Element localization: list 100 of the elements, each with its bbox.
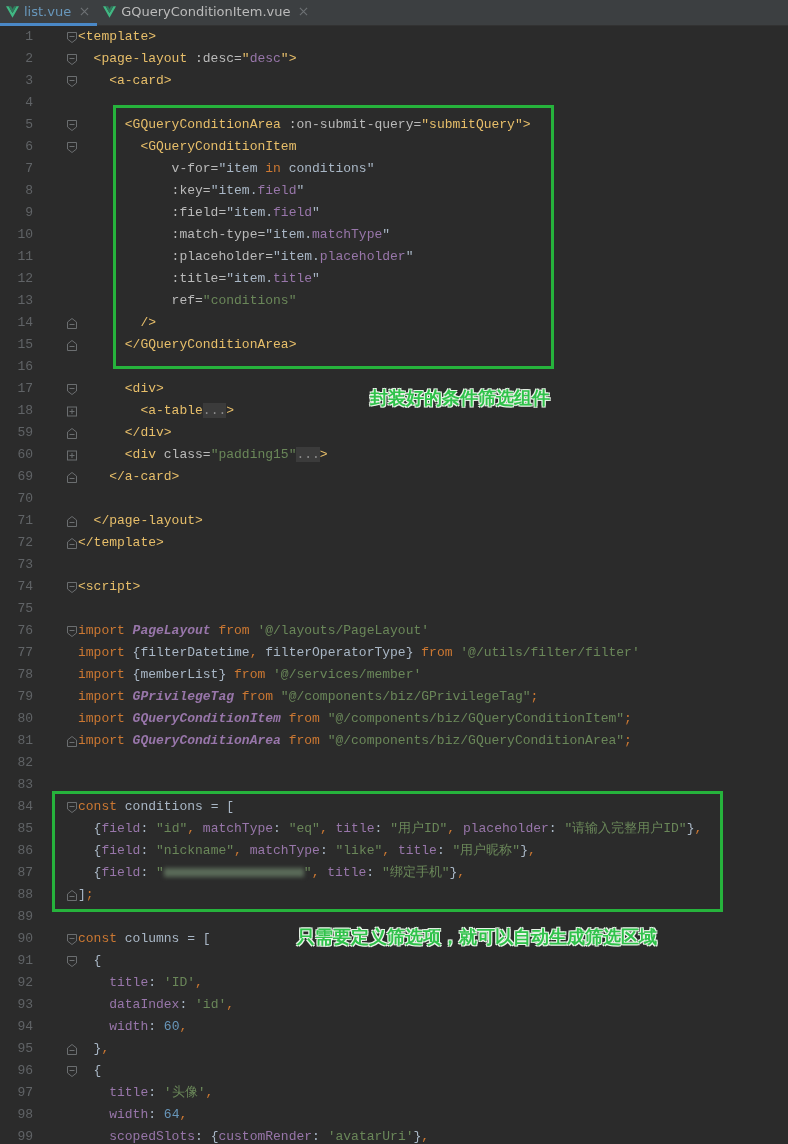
code-line: <template> xyxy=(78,28,156,46)
line-number: 94 xyxy=(16,1018,33,1036)
fold-minus-icon[interactable] xyxy=(67,582,77,593)
code-line: :placeholder="item.placeholder" xyxy=(170,248,414,266)
line-number: 16 xyxy=(16,358,33,376)
line-number: 81 xyxy=(16,732,33,750)
code-line: import {filterDatetime, filterOperatorType} from '@/utils/filter/filter' xyxy=(78,644,640,662)
line-number: 59 xyxy=(16,424,33,442)
fold-minus-icon[interactable] xyxy=(67,1044,77,1055)
fold-minus-icon[interactable] xyxy=(67,54,77,65)
line-number: 73 xyxy=(16,556,33,574)
fold-minus-icon[interactable] xyxy=(67,538,77,549)
fold-minus-icon[interactable] xyxy=(67,1066,77,1077)
code-line: width: 60, xyxy=(108,1018,188,1036)
line-number: 15 xyxy=(16,336,33,354)
line-number: 72 xyxy=(16,534,33,552)
code-line: scopedSlots: {customRender: 'avatarUri'}, xyxy=(108,1128,430,1144)
line-number: 14 xyxy=(16,314,33,332)
code-line: :field="item.field" xyxy=(170,204,320,222)
line-number: 60 xyxy=(16,446,33,464)
fold-minus-icon[interactable] xyxy=(67,472,77,483)
code-line: {field: "id", matchType: "eq", title: "用户ID", placeholder: "请输入完整用户ID"}, xyxy=(92,820,703,838)
expand-plus-icon[interactable] xyxy=(67,450,77,461)
fold-minus-icon[interactable] xyxy=(67,802,77,813)
fold-minus-icon[interactable] xyxy=(67,934,77,945)
code-line: <div> xyxy=(123,380,164,398)
fold-minus-icon[interactable] xyxy=(67,142,77,153)
line-number: 98 xyxy=(16,1106,33,1124)
line-number: 82 xyxy=(16,754,33,772)
code-line: import {memberList} from '@/services/member' xyxy=(78,666,422,684)
line-number: 78 xyxy=(16,666,33,684)
line-number: 10 xyxy=(16,226,33,244)
line-number: 70 xyxy=(16,490,33,508)
line-number: 93 xyxy=(16,996,33,1014)
line-number: 86 xyxy=(16,842,33,860)
line-number: 91 xyxy=(16,952,33,970)
line-number: 69 xyxy=(16,468,33,486)
fold-minus-icon[interactable] xyxy=(67,76,77,87)
fold-minus-icon[interactable] xyxy=(67,956,77,967)
code-line: </page-layout> xyxy=(92,512,203,530)
line-number: 1 xyxy=(24,28,33,46)
code-line: :title="item.title" xyxy=(170,270,320,288)
code-line: :key="item.field" xyxy=(170,182,305,200)
line-number: 71 xyxy=(16,512,33,530)
close-icon[interactable] xyxy=(80,7,90,16)
fold-minus-icon[interactable] xyxy=(67,516,77,527)
line-number: 6 xyxy=(24,138,33,156)
line-number: 74 xyxy=(16,578,33,596)
code-line: import GQueryConditionItem from "@/components/biz/GQueryConditionItem"; xyxy=(78,710,632,728)
code-line: width: 64, xyxy=(108,1106,188,1124)
line-number: 11 xyxy=(16,248,33,266)
annotation-caption: 封装好的条件筛选组件 xyxy=(370,387,550,409)
code-line: {field: " ", title: "绑定手机"}, xyxy=(92,864,466,882)
line-number: 87 xyxy=(16,864,33,882)
code-line: const conditions = [ xyxy=(78,798,235,816)
fold-minus-icon[interactable] xyxy=(67,736,77,747)
fold-minus-icon[interactable] xyxy=(67,384,77,395)
fold-minus-icon[interactable] xyxy=(67,890,77,901)
line-number: 13 xyxy=(16,292,33,310)
fold-minus-icon[interactable] xyxy=(67,428,77,439)
expand-plus-icon[interactable] xyxy=(67,406,77,417)
code-line: { xyxy=(92,1062,102,1080)
vue-logo-icon xyxy=(103,5,117,18)
code-line: ref="conditions" xyxy=(170,292,297,310)
code-line: :match-type="item.matchType" xyxy=(170,226,391,244)
line-number: 2 xyxy=(24,50,33,68)
code-line: title: '头像', xyxy=(108,1084,214,1102)
annotation-caption: 只需要定义筛选项，就可以自动生成筛选区域 xyxy=(297,926,657,948)
line-number: 5 xyxy=(24,116,33,134)
code-line: import GPrivilegeTag from "@/components/biz/GPrivilegeTag"; xyxy=(78,688,539,706)
code-line: import GQueryConditionArea from "@/components/biz/GQueryConditionArea"; xyxy=(78,732,632,750)
fold-minus-icon[interactable] xyxy=(67,340,77,351)
line-number: 9 xyxy=(24,204,33,222)
line-number: 96 xyxy=(16,1062,33,1080)
line-number: 89 xyxy=(16,908,33,926)
code-line: </div> xyxy=(123,424,172,442)
code-line: {field: "nickname", matchType: "like", title: "用户昵称"}, xyxy=(92,842,536,860)
code-line: title: 'ID', xyxy=(108,974,203,992)
code-line: <page-layout :desc="desc"> xyxy=(92,50,297,68)
file-tab[interactable]: GQueryConditionItem.vue xyxy=(97,0,317,26)
line-number: 95 xyxy=(16,1040,33,1058)
fold-minus-icon[interactable] xyxy=(67,626,77,637)
line-number: 88 xyxy=(16,886,33,904)
line-number: 84 xyxy=(16,798,33,816)
line-number: 83 xyxy=(16,776,33,794)
code-line: dataIndex: 'id', xyxy=(108,996,235,1014)
line-number: 77 xyxy=(16,644,33,662)
line-number: 4 xyxy=(24,94,33,112)
code-line: </template> xyxy=(78,534,164,552)
code-line: import PageLayout from '@/layouts/PageLayout' xyxy=(78,622,430,640)
code-line: ]; xyxy=(78,886,94,904)
code-line: }, xyxy=(92,1040,110,1058)
fold-minus-icon[interactable] xyxy=(67,120,77,131)
line-number: 92 xyxy=(16,974,33,992)
code-line: /> xyxy=(139,314,156,332)
close-icon[interactable] xyxy=(299,7,309,16)
code-line: <GQueryConditionItem xyxy=(139,138,297,156)
line-number: 79 xyxy=(16,688,33,706)
fold-minus-icon[interactable] xyxy=(67,32,77,43)
fold-minus-icon[interactable] xyxy=(67,318,77,329)
